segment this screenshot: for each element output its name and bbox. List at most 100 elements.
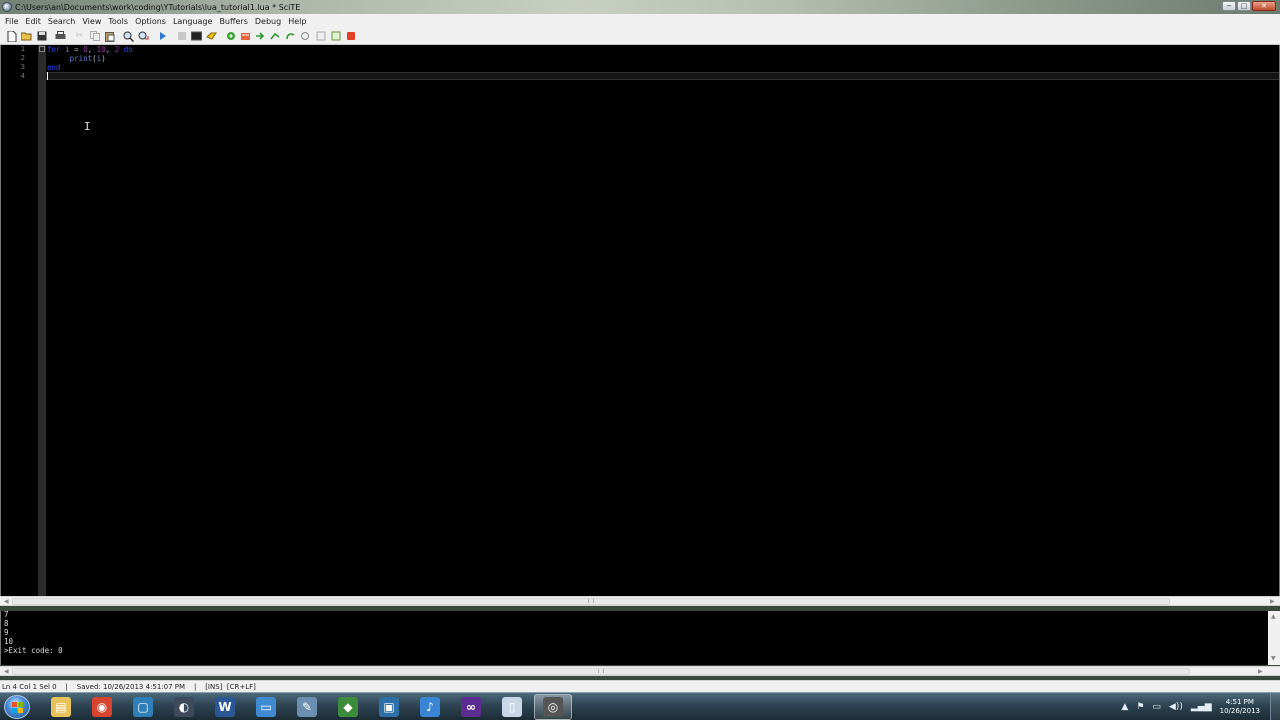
output-horizontal-scrollbar[interactable]: ◀ ▶ (0, 666, 1280, 676)
visual-studio-app-icon: ∞ (461, 697, 481, 717)
fold-toggle-icon[interactable] (39, 46, 45, 52)
taskbar-button[interactable]: ◐ (165, 694, 203, 720)
stop-icon[interactable] (176, 31, 187, 42)
scroll-right-icon[interactable]: ▶ (1258, 667, 1263, 676)
close-button[interactable]: ✕ (1252, 1, 1276, 11)
code-token: 2 (110, 45, 120, 54)
taskbar-button[interactable]: ◎ (534, 694, 572, 720)
taskbar: ▤ ◉ ▢ ◐ W ▭ ✎ ◆ ▣ ♪ ∞ ▯ ◎ ▲ ⚑ ▭ ◀)) ▂▄▆ 4:51 PM 10/2… (0, 692, 1280, 720)
text-caret (47, 72, 48, 80)
menu-debug[interactable]: Debug (253, 17, 286, 26)
code-token: 10 (92, 45, 106, 54)
next-icon[interactable] (255, 31, 266, 42)
find-icon[interactable] (123, 31, 134, 42)
taskbar-button[interactable]: ▭ (247, 694, 285, 720)
new-file-icon[interactable] (6, 30, 17, 42)
network-icon[interactable]: ▂▄▆ (1191, 702, 1212, 712)
previous-icon[interactable] (285, 31, 296, 42)
window-icon[interactable] (330, 31, 341, 42)
menu-edit[interactable]: Edit (23, 17, 46, 26)
menu-search[interactable]: Search (46, 17, 80, 26)
taskbar-button[interactable]: ▢ (124, 694, 162, 720)
taskbar-button[interactable]: ♪ (411, 694, 449, 720)
go-icon[interactable] (157, 31, 168, 42)
save-icon[interactable] (36, 31, 47, 42)
menu-file[interactable]: File (3, 17, 23, 26)
menu-bar: File Edit Search View Tools Options Lang… (0, 14, 1280, 28)
taskbar-button[interactable]: ✎ (288, 694, 326, 720)
menu-view[interactable]: View (80, 17, 106, 26)
build-icon[interactable] (206, 31, 217, 42)
editor-horizontal-scrollbar[interactable]: ◀ ▶ (0, 596, 1280, 606)
menu-buffers[interactable]: Buffers (217, 17, 252, 26)
menu-language[interactable]: Language (171, 17, 217, 26)
code-token: print (69, 54, 93, 63)
menu-help[interactable]: Help (286, 17, 311, 26)
open-folder-icon[interactable] (21, 31, 32, 42)
scroll-left-icon[interactable]: ◀ (4, 667, 9, 676)
start-button[interactable] (4, 695, 30, 719)
action-center-icon[interactable]: ⚑ (1136, 702, 1144, 712)
scroll-up-icon[interactable]: ▲ (1271, 613, 1276, 620)
code-token: do (119, 45, 133, 54)
minimize-button[interactable]: − (1222, 1, 1236, 11)
close-red-icon[interactable] (345, 31, 356, 42)
menu-tools[interactable]: Tools (106, 17, 133, 26)
itunes-app-icon: ♪ (420, 697, 440, 717)
menu-options[interactable]: Options (133, 17, 171, 26)
windows-logo-icon (12, 702, 24, 714)
output-exit-code: >Exit code: 0 (4, 646, 63, 655)
scroll-right-icon[interactable]: ▶ (1270, 597, 1275, 606)
clock-time: 4:51 PM (1225, 698, 1254, 706)
window-controls: − □ ✕ (1221, 1, 1276, 11)
current-line-highlight (46, 72, 1279, 80)
code-token: i (60, 45, 75, 54)
code-token: for (47, 45, 61, 54)
fold-margin[interactable] (38, 45, 46, 596)
output-line: 8 (4, 619, 9, 628)
scroll-down-icon[interactable]: ▼ (1271, 655, 1276, 662)
taskbar-button[interactable]: ▣ (370, 694, 408, 720)
ibeam-cursor-icon: I (84, 120, 91, 133)
tools-icon[interactable] (240, 31, 251, 42)
scite-app-icon: ◎ (543, 697, 563, 717)
replace-icon[interactable] (138, 31, 149, 42)
cut-icon[interactable]: ✂ (74, 31, 85, 42)
green-app-icon: ◆ (338, 697, 358, 717)
clear-icon[interactable] (315, 31, 326, 42)
word-app-icon: W (215, 697, 235, 717)
clock[interactable]: 4:51 PM 10/26/2013 (1220, 698, 1260, 716)
code-editor[interactable]: 1 2 3 4 for i = 0, 10, 2 do print(i) end… (0, 45, 1280, 596)
maximize-button[interactable]: □ (1237, 1, 1251, 11)
status-text: Ln 4 Col 1 Sel 0 | Saved: 10/26/2013 4:5… (2, 682, 256, 691)
output-line: 10 (4, 637, 14, 646)
toolbar: ✂ (0, 28, 1280, 45)
paste-icon[interactable] (104, 31, 115, 42)
title-bar: C:\Users\an\Documents\work\coding\YTutor… (0, 0, 1280, 14)
tray-expand-icon[interactable]: ▲ (1121, 702, 1128, 712)
show-desktop-button[interactable] (1270, 693, 1280, 720)
scroll-left-icon[interactable]: ◀ (4, 597, 9, 606)
taskbar-button[interactable]: W (206, 694, 244, 720)
output-line: 9 (4, 628, 9, 637)
taskbar-button[interactable]: ◆ (329, 694, 367, 720)
copy-icon[interactable] (89, 31, 100, 42)
zoom-icon[interactable] (300, 31, 311, 42)
jump-icon[interactable] (270, 31, 281, 42)
compile-icon[interactable] (225, 31, 236, 42)
taskbar-button[interactable]: ◉ (83, 694, 121, 720)
print-icon[interactable] (55, 31, 66, 42)
output-pane[interactable]: 7 8 9 10 >Exit code: 0 (0, 610, 1268, 665)
scroll-grip-icon (598, 669, 604, 673)
paint-app-icon: ✎ (297, 697, 317, 717)
display-icon[interactable]: ▭ (1152, 702, 1161, 712)
taskbar-button[interactable]: ▯ (493, 694, 531, 720)
explorer-app-icon: ▤ (51, 697, 71, 717)
output-vertical-scrollbar[interactable]: ▲ ▼ (1268, 611, 1280, 665)
taskbar-button[interactable]: ∞ (452, 694, 490, 720)
terminal-icon[interactable] (191, 31, 202, 42)
code-token: 0 (78, 45, 88, 54)
taskbar-button[interactable]: ▤ (42, 694, 80, 720)
window-title: C:\Users\an\Documents\work\coding\YTutor… (15, 2, 301, 12)
volume-icon[interactable]: ◀)) (1169, 702, 1183, 712)
